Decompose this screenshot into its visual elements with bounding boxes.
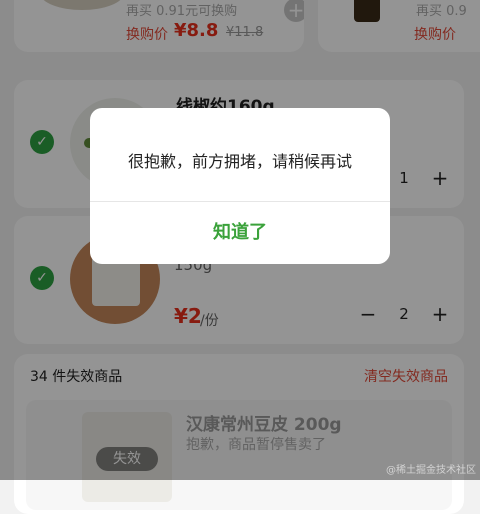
alert-dialog: 很抱歉，前方拥堵，请稍候再试 知道了 [90,108,390,264]
dialog-message: 很抱歉，前方拥堵，请稍候再试 [127,152,352,171]
dialog-confirm-button[interactable]: 知道了 [90,202,390,264]
watermark: @稀土掘金技术社区 [386,465,476,476]
